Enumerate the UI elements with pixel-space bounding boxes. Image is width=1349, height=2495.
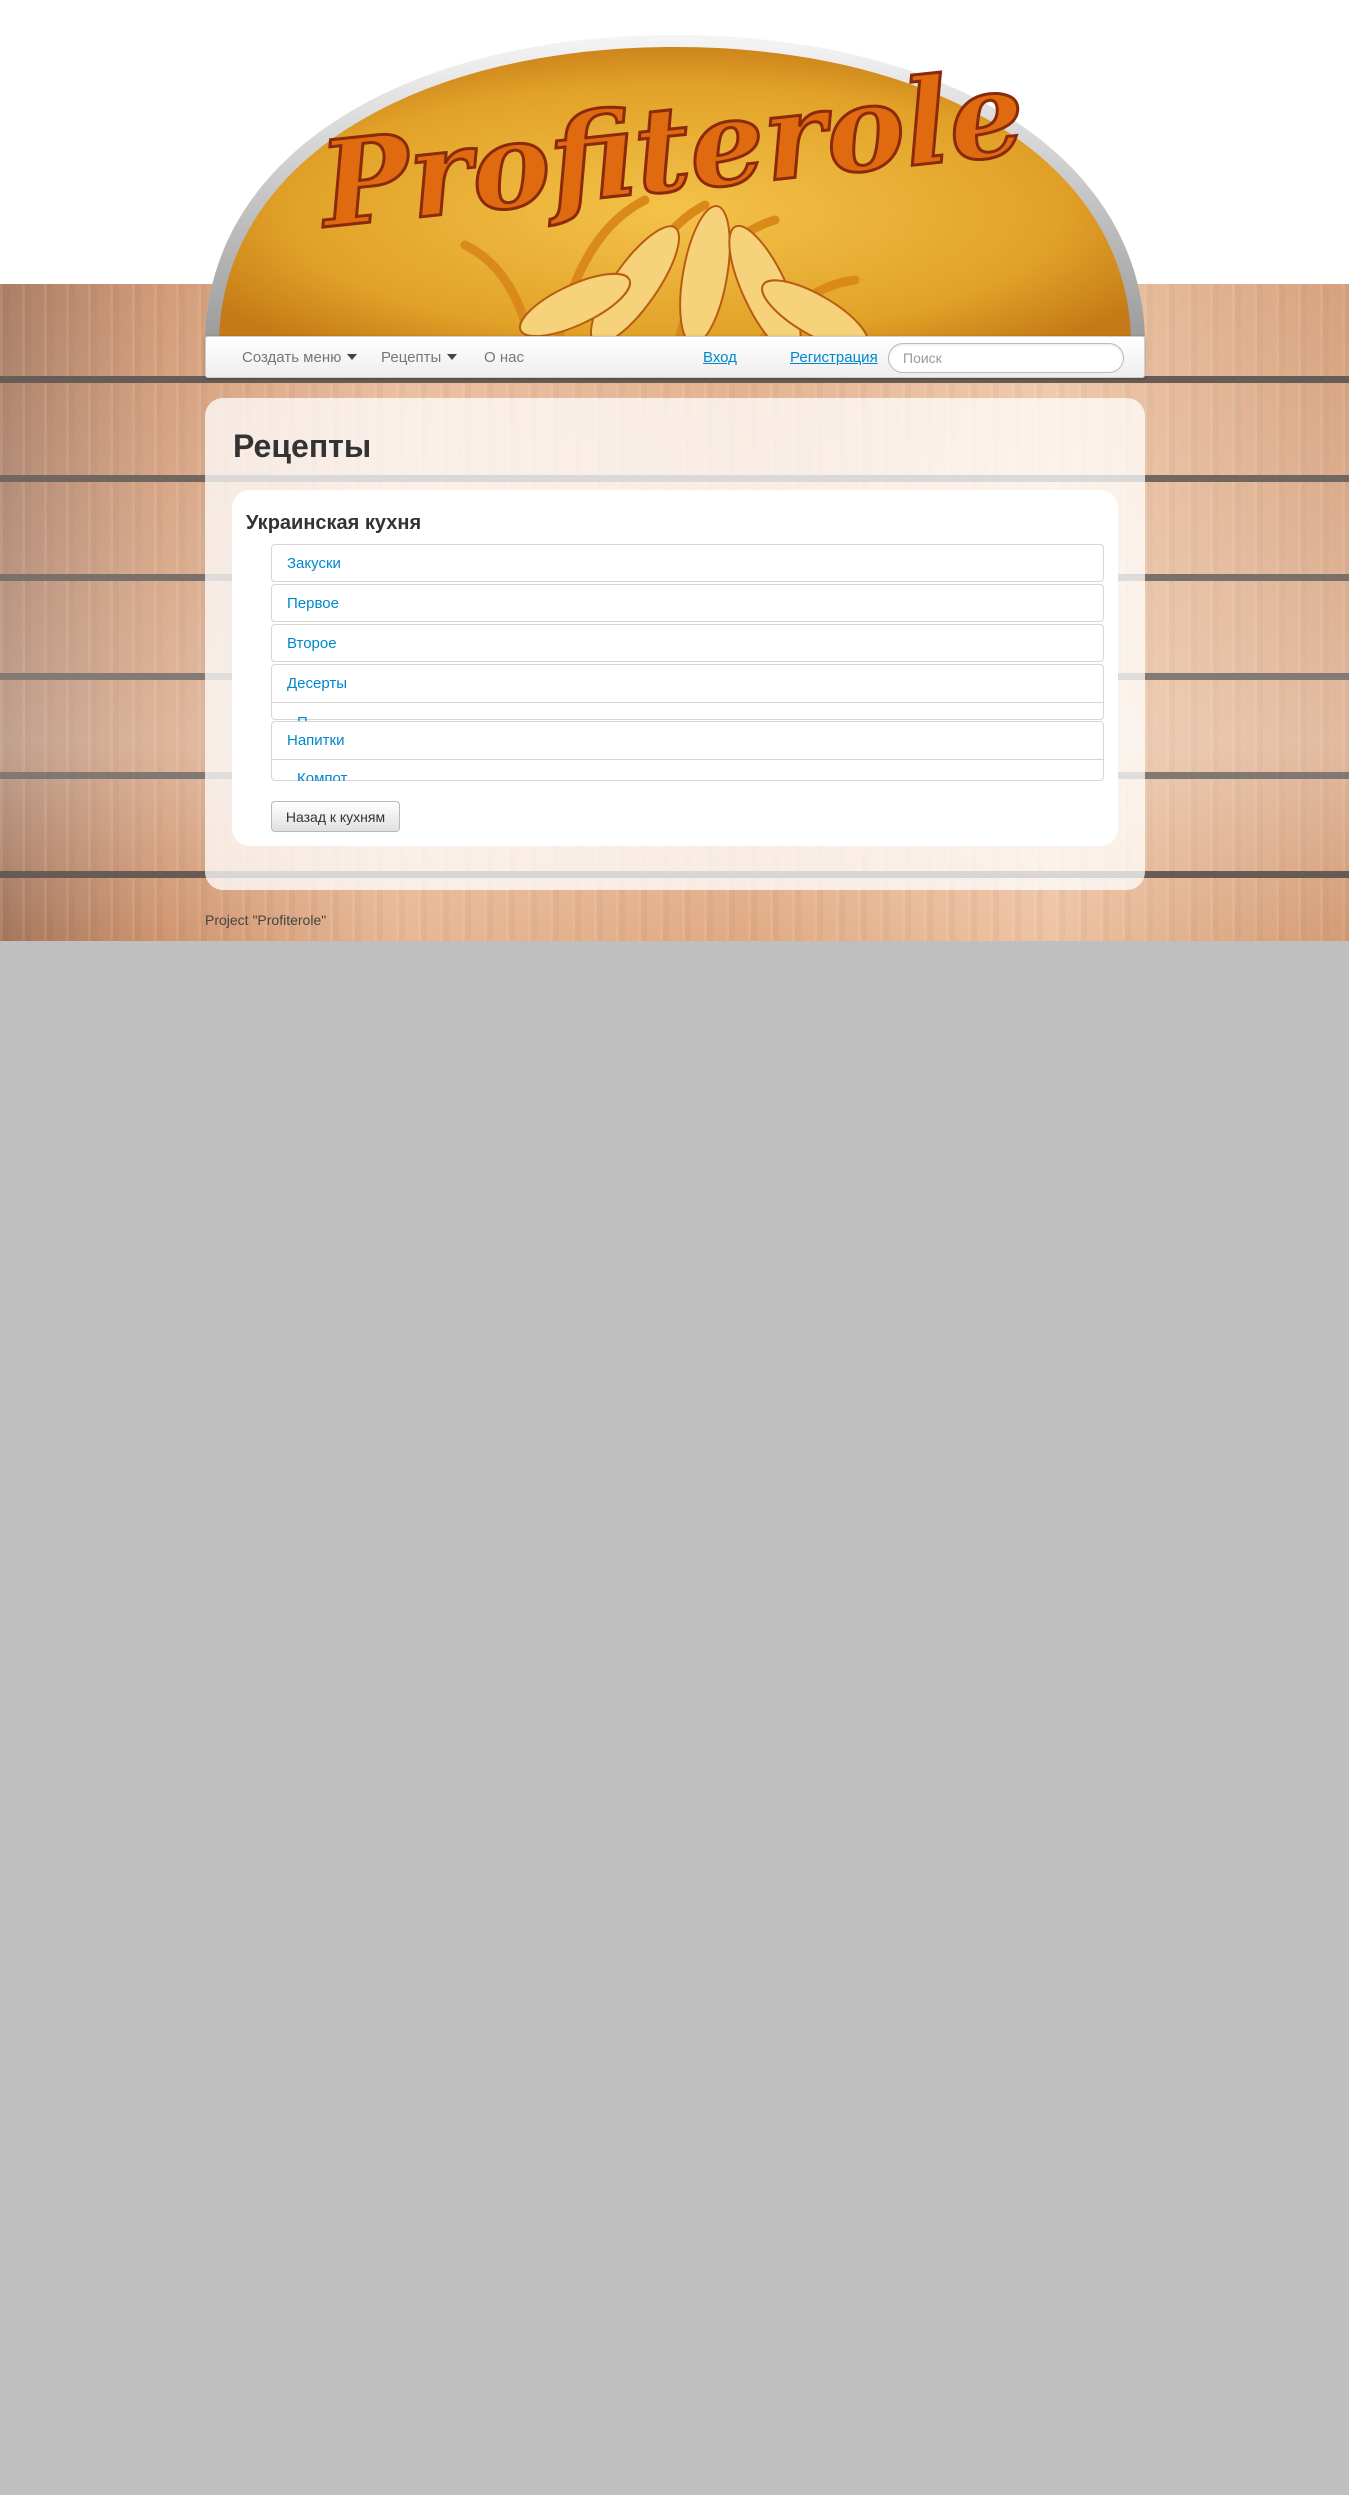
category-label[interactable]: Напитки: [287, 732, 345, 749]
subcategory-label[interactable]: Компот: [297, 770, 347, 781]
register-link[interactable]: Регистрация: [790, 349, 878, 366]
top-navbar: Создать меню Рецепты О нас Вход Регистра…: [205, 336, 1145, 378]
login-link[interactable]: Вход: [703, 349, 737, 366]
category-item-napitki[interactable]: Напитки Компот: [271, 721, 1104, 781]
category-list: Закуски Первое Второе Десерты П... Напит…: [271, 544, 1104, 781]
back-to-cuisines-button[interactable]: Назад к кухням: [271, 801, 400, 832]
category-item-pervoe[interactable]: Первое: [271, 584, 1104, 622]
profiterole-logo: Profiterole: [205, 35, 1145, 336]
page-title: Рецепты: [233, 428, 372, 464]
category-item-vtoroe[interactable]: Второе: [271, 624, 1104, 662]
nav-recipes-dropdown[interactable]: Рецепты: [381, 349, 458, 366]
chevron-down-icon: [347, 354, 358, 360]
category-item-zakuski[interactable]: Закуски: [271, 544, 1104, 582]
cuisine-title: Украинская кухня: [246, 512, 422, 534]
category-label[interactable]: Закуски: [287, 555, 341, 572]
nav-about-link[interactable]: О нас: [484, 349, 524, 366]
cuisine-card: Украинская кухня Закуски Первое Второе Д…: [232, 490, 1118, 846]
category-label[interactable]: Десерты: [287, 675, 347, 692]
category-label[interactable]: Первое: [287, 595, 339, 612]
recipes-panel: Рецепты Украинская кухня Закуски Первое …: [205, 398, 1145, 890]
chevron-down-icon: [447, 354, 458, 360]
category-item-deserty[interactable]: Десерты П...: [271, 664, 1104, 731]
nav-create-menu-label: Создать меню: [242, 349, 342, 366]
nav-recipes-label: Рецепты: [381, 349, 442, 366]
search-input[interactable]: [888, 343, 1124, 373]
category-label[interactable]: Второе: [287, 635, 337, 652]
nav-create-menu-dropdown[interactable]: Создать меню: [242, 349, 358, 366]
footer-text: Project "Profiterole": [205, 912, 327, 928]
